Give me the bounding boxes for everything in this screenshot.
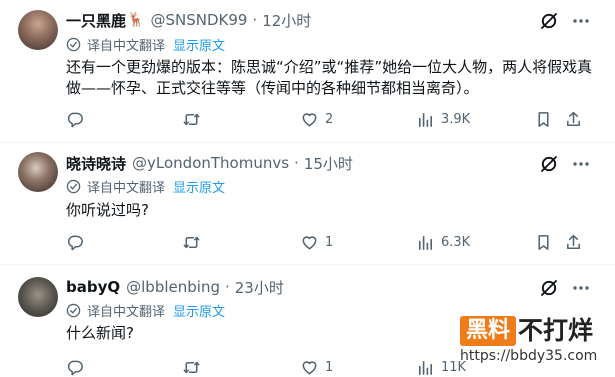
timestamp[interactable]: 15小时 — [304, 153, 353, 174]
reply-icon — [67, 235, 83, 250]
deer-emoji: 🦌 — [127, 12, 145, 28]
avatar[interactable] — [18, 152, 58, 192]
heart-icon — [302, 112, 317, 126]
watermark-url: https://bbdy35.com — [460, 348, 598, 364]
view-count: 6.3K — [441, 234, 471, 250]
bookmark-icon — [538, 111, 549, 127]
translated-from-label: 译自中文翻译 — [87, 180, 166, 196]
share-button[interactable] — [564, 232, 583, 252]
view-count: 3.9K — [441, 111, 471, 127]
bookmark-icon — [538, 234, 549, 250]
analytics-icon — [418, 360, 433, 375]
views-button[interactable]: 6.3K — [416, 232, 470, 252]
tweet-header: 晓诗晓诗 @yLondonThomunvs · 15小时 — [66, 152, 353, 174]
reply-icon — [67, 360, 83, 375]
heart-icon — [302, 235, 317, 249]
tweet-1[interactable]: 一只黑鹿 🦌 @SNSNDK99 · 12小时 译自中文翻译 显示原文 还有一个… — [0, 0, 615, 143]
show-original-link[interactable]: 显示原文 — [173, 177, 225, 196]
author-handle[interactable]: @SNSNDK99 — [150, 11, 247, 29]
watermark-logo-text: 不打烊 — [518, 316, 594, 345]
more-options-icon[interactable] — [571, 278, 591, 298]
analytics-icon — [418, 112, 433, 127]
tweet-text: 你听说过吗? — [66, 201, 149, 219]
translate-icon — [66, 37, 81, 51]
analytics-icon — [418, 235, 433, 250]
action-bar: 2 3.9K — [66, 109, 601, 129]
separator-dot: · — [252, 11, 258, 29]
watermark-logo-box: 黑料 — [460, 316, 517, 346]
retweet-button[interactable] — [182, 109, 207, 129]
translate-icon — [66, 179, 81, 193]
grok-icon[interactable] — [539, 11, 559, 31]
tweet-text: 还有一个更劲爆的版本：陈思诚“介绍”或“推荐”她给一位大人物，两人将假戏真做——… — [66, 58, 593, 97]
show-original-link[interactable]: 显示原文 — [173, 301, 225, 320]
show-original-link[interactable]: 显示原文 — [173, 35, 225, 54]
tweet-header: babyQ @lbblenbing · 23小时 — [66, 276, 284, 298]
more-options-icon[interactable] — [571, 11, 591, 31]
avatar[interactable] — [18, 277, 58, 317]
views-button[interactable]: 3.9K — [416, 109, 470, 129]
author-name[interactable]: 晓诗晓诗 — [66, 153, 126, 174]
tweet-2[interactable]: 晓诗晓诗 @yLondonThomunvs · 15小时 译自中文翻译 显示原文… — [0, 143, 615, 265]
site-watermark: 黑料 不打烊 https://bbdy35.com — [458, 314, 608, 368]
retweet-button[interactable] — [182, 357, 207, 377]
heart-icon — [302, 360, 317, 374]
separator-dot: · — [294, 154, 299, 172]
reply-button[interactable] — [66, 357, 91, 377]
author-name[interactable]: babyQ — [66, 278, 120, 296]
retweet-button[interactable] — [182, 232, 207, 252]
action-bar: 1 6.3K — [66, 232, 601, 252]
timestamp[interactable]: 23小时 — [235, 277, 284, 298]
grok-icon[interactable] — [539, 154, 559, 174]
bookmark-button[interactable] — [534, 109, 553, 129]
share-icon — [567, 234, 580, 249]
grok-icon[interactable] — [539, 278, 559, 298]
avatar[interactable] — [18, 10, 58, 50]
author-name[interactable]: 一只黑鹿 — [66, 10, 126, 31]
retweet-icon — [183, 361, 200, 373]
like-count: 2 — [325, 111, 334, 127]
author-handle[interactable]: @yLondonThomunvs — [132, 154, 289, 172]
bookmark-button[interactable] — [534, 232, 553, 252]
share-icon — [567, 111, 580, 126]
translation-bar: 译自中文翻译 显示原文 — [66, 177, 225, 196]
tweet-header: 一只黑鹿 🦌 @SNSNDK99 · 12小时 — [66, 9, 311, 31]
reply-button[interactable] — [66, 109, 91, 129]
like-button[interactable]: 1 — [300, 232, 333, 252]
reply-icon — [67, 112, 83, 127]
retweet-icon — [183, 113, 200, 125]
retweet-icon — [183, 236, 200, 248]
translation-bar: 译自中文翻译 显示原文 — [66, 35, 225, 54]
more-options-icon[interactable] — [571, 154, 591, 174]
like-button[interactable]: 1 — [300, 357, 333, 377]
like-count: 1 — [325, 359, 334, 375]
translation-bar: 译自中文翻译 显示原文 — [66, 301, 225, 320]
reply-button[interactable] — [66, 232, 91, 252]
separator-dot: · — [224, 278, 230, 296]
translate-icon — [66, 303, 81, 317]
like-count: 1 — [325, 234, 334, 250]
author-handle[interactable]: @lbblenbing — [126, 278, 220, 296]
like-button[interactable]: 2 — [300, 109, 333, 129]
translated-from-label: 译自中文翻译 — [87, 304, 166, 320]
timestamp[interactable]: 12小时 — [262, 10, 311, 31]
share-button[interactable] — [564, 109, 583, 129]
translated-from-label: 译自中文翻译 — [87, 38, 166, 54]
